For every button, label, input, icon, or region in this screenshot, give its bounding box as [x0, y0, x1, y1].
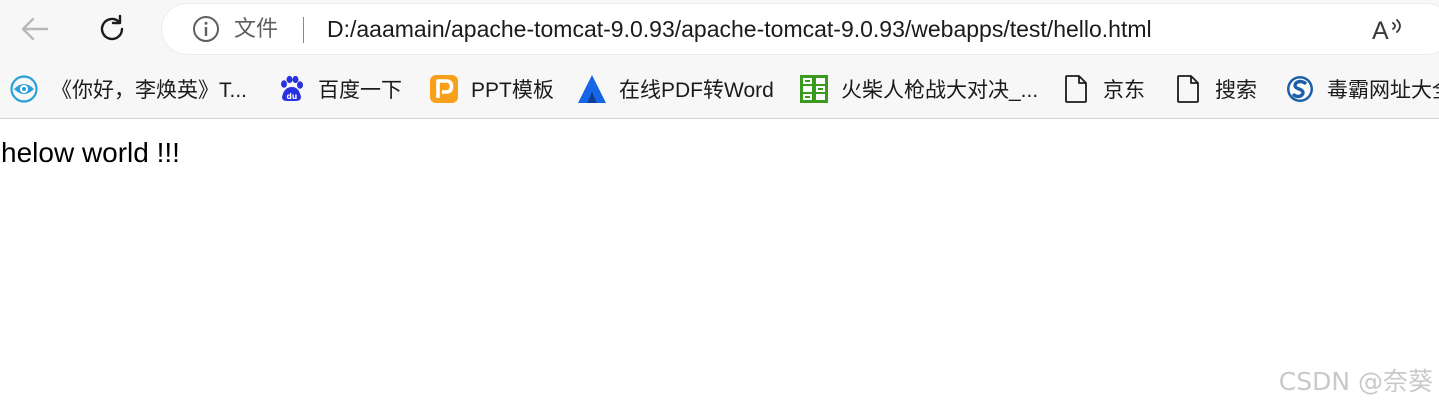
bookmark-item-search[interactable]: 搜索: [1173, 72, 1257, 106]
url-text[interactable]: D:/aaamain/apache-tomcat-9.0.93/apache-t…: [327, 15, 1152, 43]
baidu-paw-icon: du: [276, 74, 306, 104]
bookmark-label: 百度一下: [318, 79, 402, 102]
bookmark-item-baidu[interactable]: du 百度一下: [276, 72, 402, 106]
reload-icon: [100, 14, 124, 41]
bookmark-label: 《你好，李焕英》T...: [51, 79, 248, 102]
triangle-a-icon: [577, 74, 607, 104]
bookmark-label: 京东: [1103, 79, 1145, 102]
bookmark-item-jd[interactable]: 京东: [1061, 72, 1145, 106]
ppt-p-icon: [429, 74, 459, 104]
bookmark-item-nihao[interactable]: 《你好，李焕英》T...: [9, 72, 247, 106]
bookmark-item-stickman-game[interactable]: 火柴人枪战大对决_...: [799, 72, 1038, 106]
svg-text:du: du: [287, 92, 298, 101]
address-bar[interactable]: 文件 D:/aaamain/apache-tomcat-9.0.93/apach…: [162, 4, 1439, 54]
csdn-watermark: CSDN @奈葵: [1278, 367, 1433, 396]
bookmark-item-ppt[interactable]: PPT模板: [429, 72, 554, 106]
page-icon: [1061, 74, 1091, 104]
back-button[interactable]: [15, 9, 55, 49]
bookmark-label: 搜索: [1215, 79, 1257, 102]
bookmark-label: 在线PDF转Word: [619, 79, 774, 102]
page-icon: [1173, 74, 1203, 104]
bookmarks-bar: 《你好，李焕英》T... du 百度一下 PPT模板 在线PDF转Word 火柴…: [0, 60, 1439, 119]
page-body-text: helow world !!!: [1, 137, 180, 168]
bookmark-label: 火柴人枪战大对决_...: [841, 79, 1039, 102]
browser-toolbar: 文件 D:/aaamain/apache-tomcat-9.0.93/apach…: [0, 0, 1439, 60]
read-aloud-icon[interactable]: A: [1370, 13, 1410, 45]
bookmark-label: PPT模板: [471, 79, 554, 102]
back-arrow-icon: [21, 17, 49, 41]
info-icon[interactable]: [192, 15, 220, 43]
address-separator: [303, 17, 304, 43]
bookmark-label: 毒霸网址大全: [1327, 79, 1439, 102]
game-grid-icon: [799, 74, 829, 104]
eye-logo-icon: [9, 74, 39, 104]
svg-text:A: A: [1372, 17, 1389, 45]
bookmark-item-duba[interactable]: 毒霸网址大全: [1285, 72, 1439, 106]
reload-button[interactable]: [92, 9, 132, 49]
bookmark-item-pdf-word[interactable]: 在线PDF转Word: [577, 72, 774, 106]
site-scheme-label[interactable]: 文件: [234, 15, 278, 43]
globe-s-icon: [1285, 74, 1315, 104]
web-page-content: helow world !!! CSDN @奈葵: [0, 119, 1439, 406]
